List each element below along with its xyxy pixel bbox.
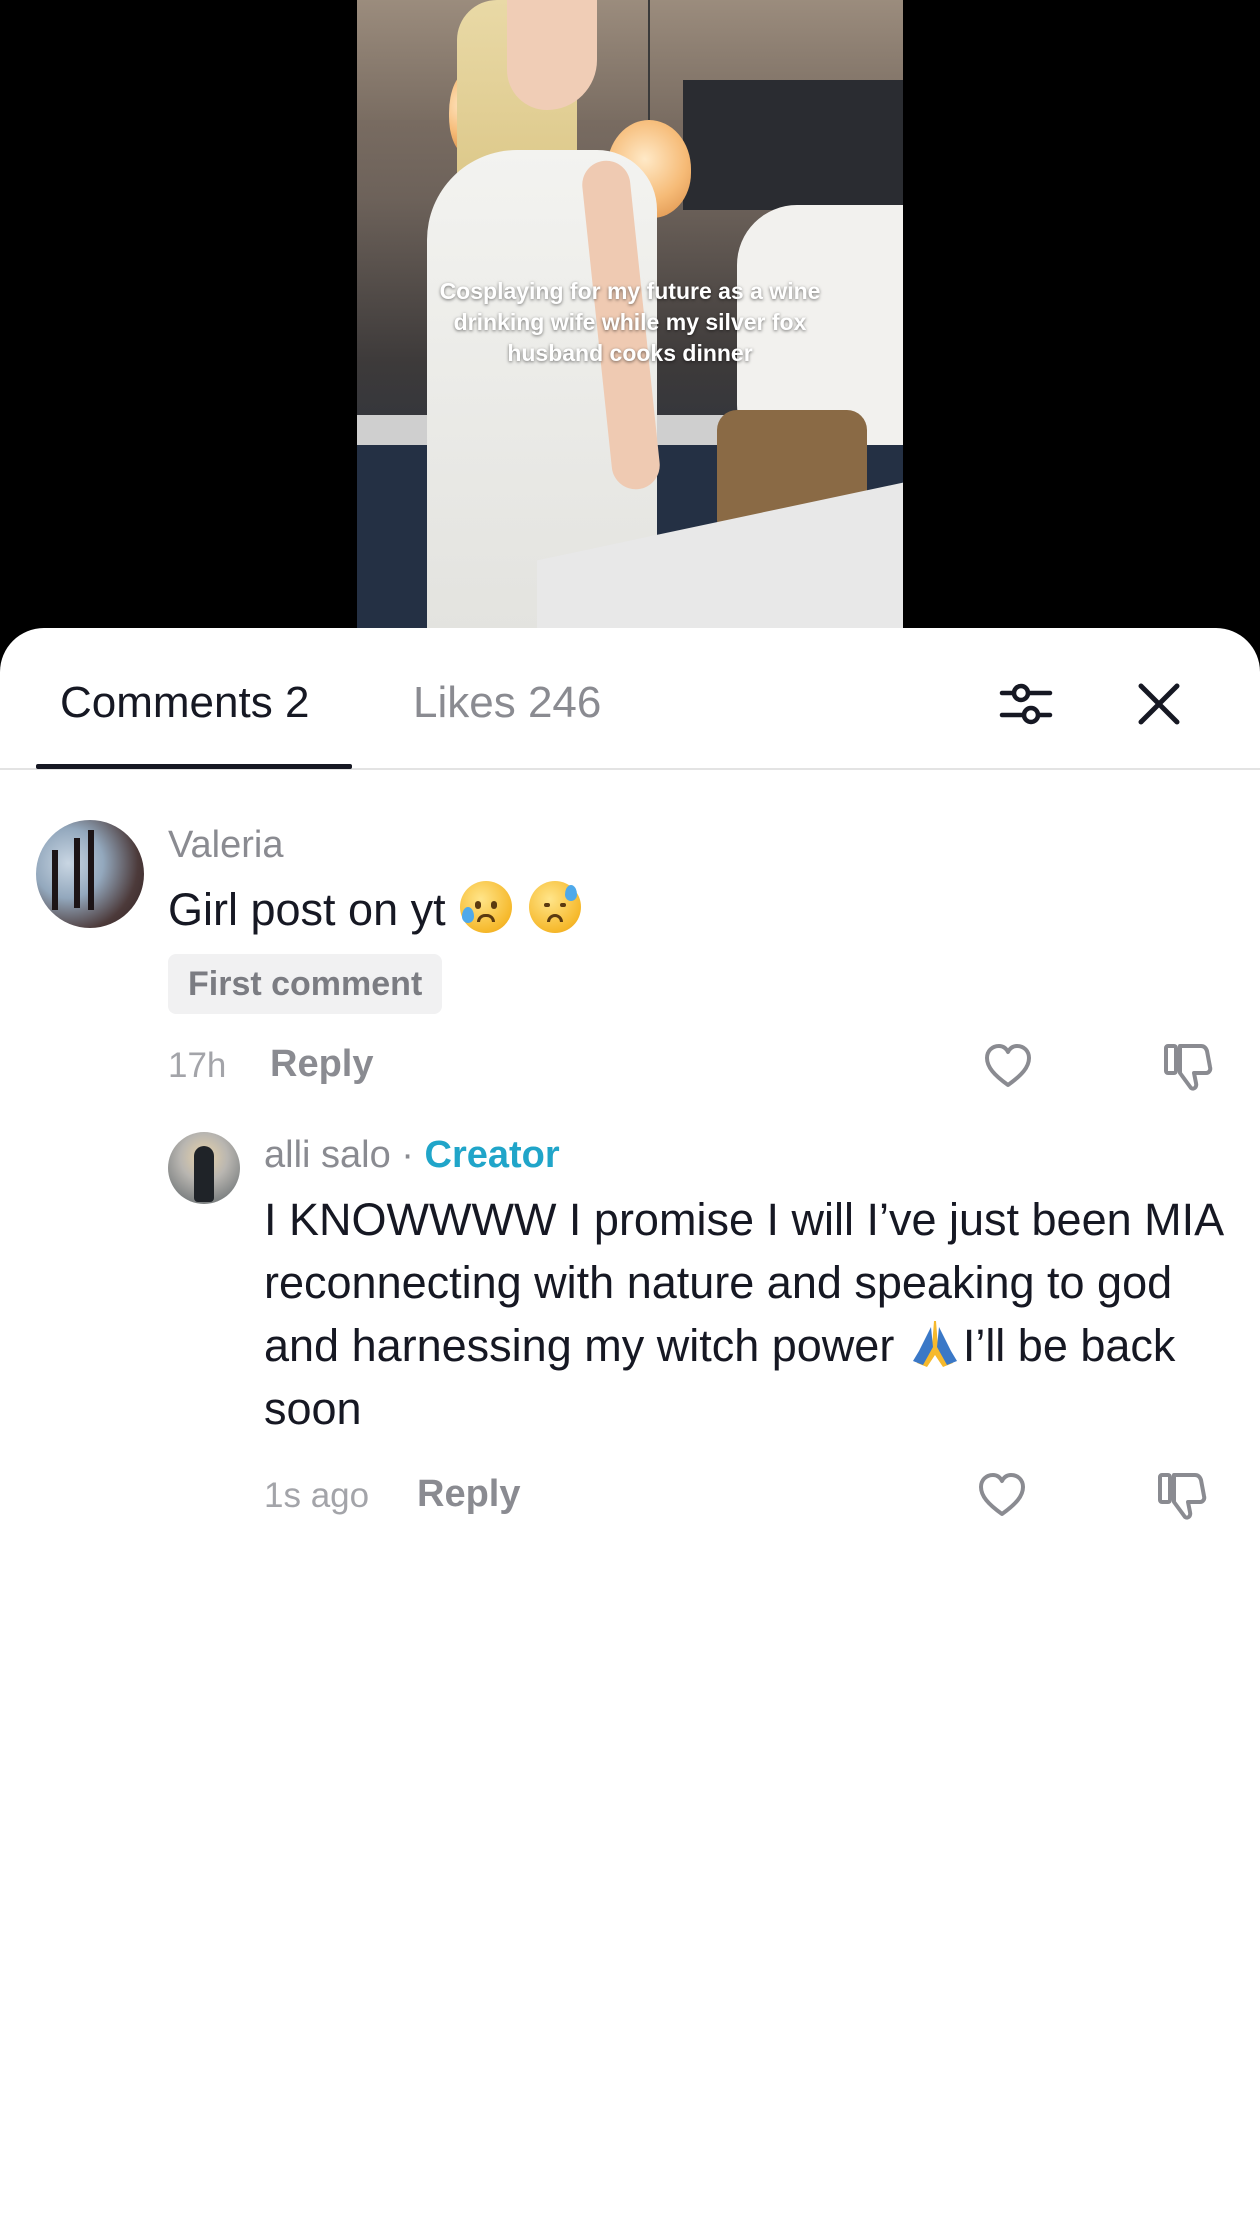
avatar-palm-tree — [74, 838, 80, 908]
sad-sweat-emoji — [460, 881, 513, 933]
video-thumbnail[interactable]: Cosplaying for my future as a wine drink… — [357, 0, 903, 660]
reply-timestamp: 1s ago — [264, 1476, 370, 1515]
heart-icon — [979, 1473, 1025, 1516]
avatar-figure — [194, 1146, 214, 1202]
comment-text-content: Girl post on yt — [168, 884, 446, 935]
creator-label: Creator — [424, 1134, 560, 1176]
video-scene-lamp-cord — [648, 0, 650, 120]
video-player[interactable]: Cosplaying for my future as a wine drink… — [0, 0, 1260, 660]
close-icon — [1138, 683, 1180, 725]
tab-comments[interactable]: Comments 2 — [60, 678, 309, 728]
sliders-icon — [999, 683, 1053, 725]
avatar-palm-tree — [52, 850, 58, 910]
video-scene-cabinets — [683, 80, 903, 210]
comment-username[interactable]: Valeria — [168, 824, 283, 867]
first-comment-badge: First comment — [168, 954, 443, 1014]
video-scene-face — [507, 0, 597, 110]
like-button[interactable] — [974, 1467, 1030, 1523]
tab-likes[interactable]: Likes 246 — [413, 678, 601, 728]
folded-hands-emoji — [912, 1321, 957, 1367]
heart-icon — [985, 1044, 1031, 1087]
avatar-palm-tree — [88, 830, 94, 910]
comment-text: Girl post on yt — [168, 878, 583, 941]
sheet-tabs: Comments 2 Likes 246 — [0, 628, 1260, 770]
reply-button[interactable]: Reply — [270, 1043, 373, 1086]
filter-button[interactable] — [994, 672, 1058, 736]
close-button[interactable] — [1127, 672, 1191, 736]
reply-username-line: alli salo · Creator — [264, 1134, 560, 1177]
like-button[interactable] — [980, 1038, 1036, 1094]
video-caption: Cosplaying for my future as a wine drink… — [439, 278, 821, 366]
thumbs-down-icon — [1164, 1044, 1213, 1091]
dislike-button[interactable] — [1154, 1467, 1210, 1523]
downcast-sweat-emoji — [528, 881, 581, 933]
reply-avatar[interactable] — [168, 1132, 240, 1204]
comment-timestamp: 17h — [168, 1046, 227, 1085]
reply-username[interactable]: alli salo — [264, 1134, 391, 1176]
thumbs-down-icon — [1158, 1473, 1207, 1520]
dislike-button[interactable] — [1160, 1038, 1216, 1094]
username-separator: · — [401, 1134, 414, 1176]
avatar[interactable] — [36, 820, 144, 928]
reply-button[interactable]: Reply — [417, 1473, 520, 1516]
reply-text: I KNOWWWW I promise I will I’ve just bee… — [264, 1188, 1224, 1440]
comments-sheet: Comments 2 Likes 246 Valeria Girl post o… — [0, 628, 1260, 2240]
tab-active-indicator — [36, 764, 352, 769]
